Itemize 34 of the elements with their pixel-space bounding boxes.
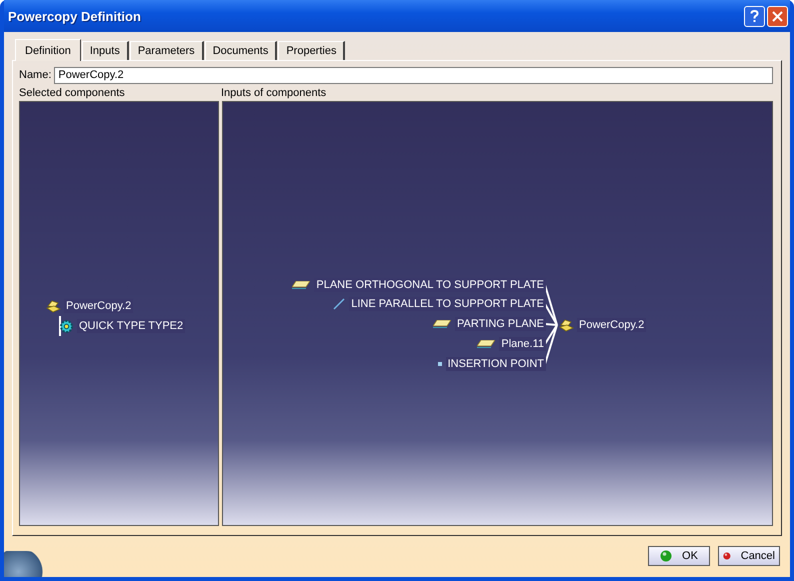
tree-node-label[interactable]: QUICK TYPE TYPE2 bbox=[77, 319, 186, 333]
tab[interactable]: Properties bbox=[278, 41, 346, 60]
help-button[interactable] bbox=[744, 6, 765, 26]
line-icon bbox=[333, 298, 346, 310]
input-label[interactable]: PLANE ORTHOGONAL TO SUPPORT PLATE bbox=[314, 278, 546, 292]
help-icon bbox=[750, 10, 759, 22]
input-label[interactable]: INSERTION POINT bbox=[446, 357, 546, 371]
gear-icon bbox=[59, 318, 74, 334]
tab[interactable]: Parameters bbox=[130, 41, 204, 60]
input-label[interactable]: LINE PARALLEL TO SUPPORT PLATE bbox=[349, 297, 546, 311]
name-label: Name: bbox=[19, 69, 52, 81]
window-title: Powercopy Definition bbox=[8, 8, 142, 24]
tab[interactable]: Inputs bbox=[82, 41, 129, 60]
pane-title: Selected components bbox=[19, 87, 126, 101]
close-button[interactable] bbox=[767, 6, 788, 26]
tab[interactable]: Definition bbox=[15, 39, 81, 61]
target-label[interactable]: PowerCopy.2 bbox=[577, 318, 646, 332]
powercopy-icon bbox=[559, 318, 574, 332]
powercopy-icon bbox=[46, 300, 61, 312]
status-dot-icon bbox=[723, 550, 731, 562]
ok-button[interactable]: OK bbox=[648, 546, 710, 566]
plane-icon bbox=[292, 281, 310, 289]
tree-node-label[interactable]: PowerCopy.2 bbox=[64, 299, 134, 313]
cancel-button[interactable]: Cancel bbox=[718, 546, 780, 566]
status-dot-icon bbox=[660, 550, 672, 562]
point-icon bbox=[438, 362, 442, 366]
plane-icon bbox=[432, 320, 451, 328]
input-label[interactable]: Plane.11 bbox=[499, 337, 546, 351]
name-field[interactable]: PowerCopy.2 bbox=[54, 66, 773, 84]
tab[interactable]: Documents bbox=[204, 41, 278, 60]
pane-title: Inputs of components bbox=[221, 87, 326, 101]
plane-icon bbox=[477, 340, 496, 348]
close-icon bbox=[772, 10, 783, 22]
input-label[interactable]: PARTING PLANE bbox=[454, 317, 546, 331]
